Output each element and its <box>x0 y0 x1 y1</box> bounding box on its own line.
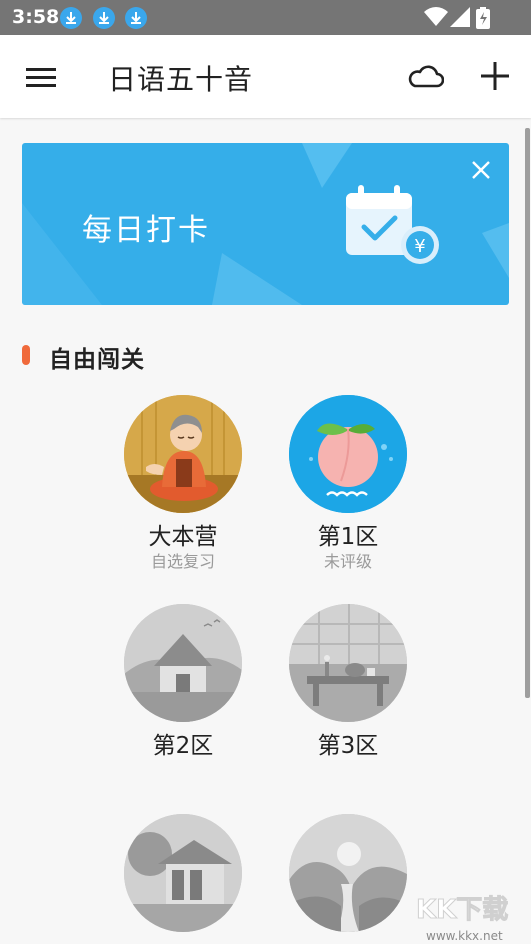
section-accent-bar <box>22 345 30 365</box>
signal-icon <box>450 7 470 27</box>
peach-icon <box>289 395 407 513</box>
banner-text: 每日打卡 <box>82 213 210 248</box>
add-icon[interactable] <box>478 59 512 93</box>
status-bar: 3:58 <box>0 0 531 35</box>
zone-1[interactable]: 第1区 未评级 <box>278 395 418 571</box>
daily-checkin-banner[interactable]: 每日打卡 ¥ <box>22 143 509 305</box>
page-title: 日语五十音 <box>108 63 254 96</box>
menu-icon[interactable] <box>24 62 58 92</box>
zone-subtitle: 未评级 <box>323 552 372 571</box>
village-house-icon <box>124 604 242 722</box>
status-time: 3:58 <box>12 6 60 28</box>
app-bar: 日语五十音 <box>0 35 531 118</box>
watermark: KK下载 www.kkx.net <box>410 888 530 944</box>
wifi-icon <box>424 7 448 27</box>
shrine-icon <box>124 814 242 932</box>
zone-name: 第3区 <box>317 733 379 759</box>
basecamp-grandma-icon <box>124 395 242 513</box>
zone-name: 大本营 <box>148 524 218 550</box>
download-icon <box>93 7 115 29</box>
watermark-url: www.kkx.net <box>426 929 503 943</box>
cloud-sync-icon[interactable] <box>406 62 444 92</box>
mountain-sun-icon <box>289 814 407 932</box>
yen-sign: ¥ <box>414 236 425 257</box>
zone-name: 第1区 <box>317 524 379 550</box>
tea-room-icon <box>289 604 407 722</box>
zone-5[interactable] <box>278 814 418 932</box>
zone-name: 第2区 <box>152 733 214 759</box>
close-icon[interactable] <box>470 159 492 181</box>
download-icon <box>125 7 147 29</box>
download-icon <box>60 7 82 29</box>
calendar-icon: ¥ <box>346 185 439 264</box>
zone-basecamp[interactable]: 大本营 自选复习 <box>113 395 253 571</box>
zone-4[interactable] <box>113 814 253 932</box>
zone-subtitle: 自选复习 <box>150 552 215 571</box>
watermark-brand: KK下载 <box>416 895 508 925</box>
battery-icon <box>476 7 490 29</box>
zone-3[interactable]: 第3区 <box>278 604 418 760</box>
section-title: 自由闯关 <box>49 347 145 373</box>
scrollbar[interactable] <box>525 128 530 698</box>
zone-2[interactable]: 第2区 <box>113 604 253 760</box>
